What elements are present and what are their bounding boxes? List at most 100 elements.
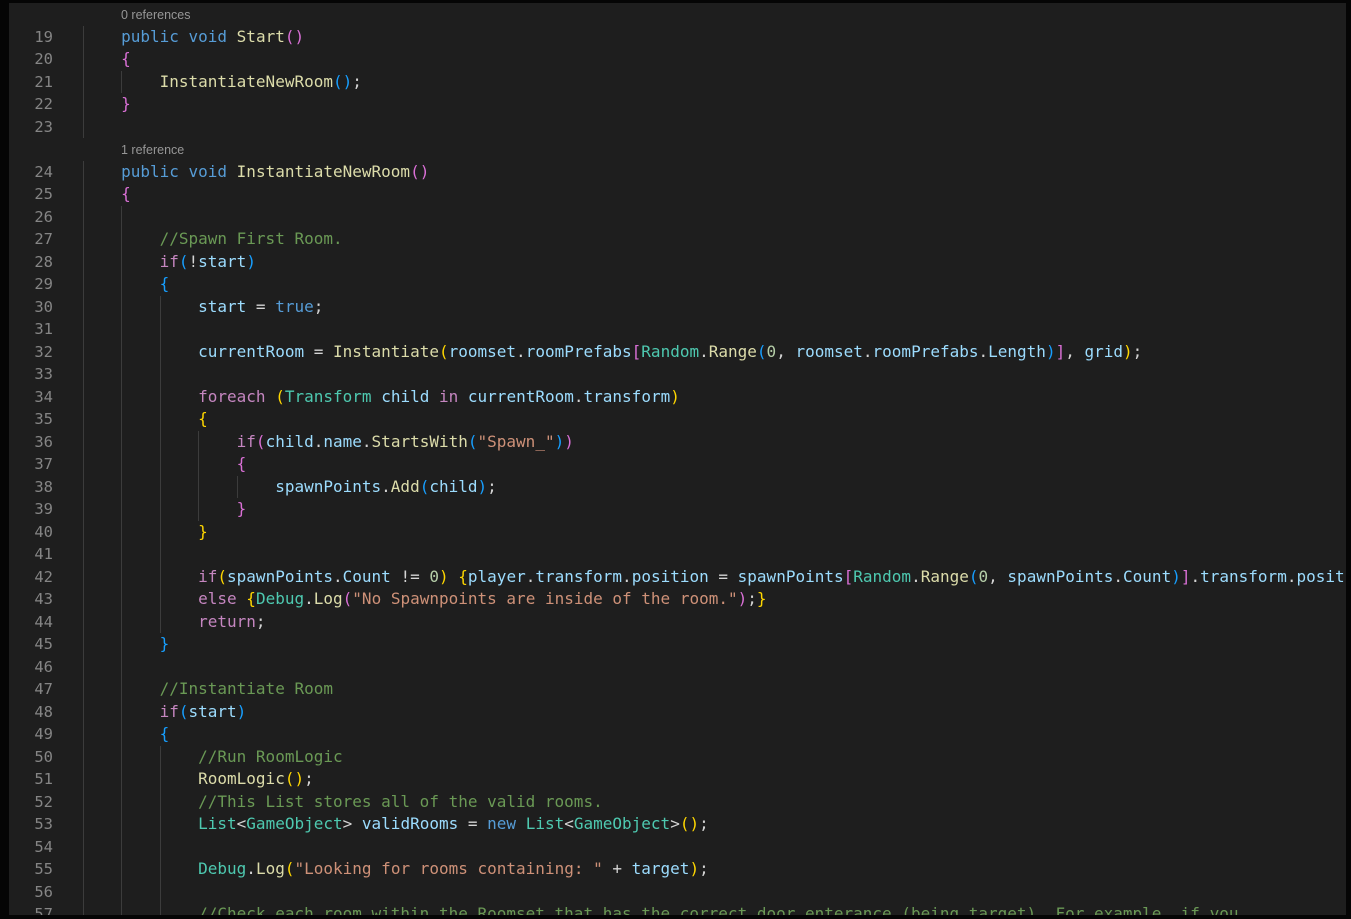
indent-guide xyxy=(160,881,161,904)
indent-guide xyxy=(83,116,84,139)
indent-guide xyxy=(121,206,122,229)
code-line[interactable]: 42 if(spawnPoints.Count != 0) {player.tr… xyxy=(9,566,1346,589)
code-line[interactable]: 26 xyxy=(9,206,1346,229)
code-text: if(start) xyxy=(44,701,1346,724)
code-line[interactable]: 47 //Instantiate Room xyxy=(9,678,1346,701)
codelens-references[interactable]: 1 reference xyxy=(9,138,1346,161)
line-number: 45 xyxy=(9,633,53,656)
line-number: 57 xyxy=(9,903,53,915)
line-number: 28 xyxy=(9,251,53,274)
code-text: InstantiateNewRoom(); xyxy=(44,71,1346,94)
code-line[interactable]: 38 spawnPoints.Add(child); xyxy=(9,476,1346,499)
code-text: public void InstantiateNewRoom() xyxy=(44,161,1346,184)
indent-guide xyxy=(83,431,84,454)
code-text: if(child.name.StartsWith("Spawn_")) xyxy=(44,431,1346,454)
codelens-label[interactable]: 1 reference xyxy=(121,139,184,162)
indent-guide xyxy=(83,318,84,341)
code-line[interactable]: 41 xyxy=(9,543,1346,566)
code-text: Debug.Log("Looking for rooms containing:… xyxy=(44,858,1346,881)
line-number: 21 xyxy=(9,71,53,94)
indent-guide xyxy=(160,858,161,881)
code-line[interactable]: 44 return; xyxy=(9,611,1346,634)
indent-guide xyxy=(83,701,84,724)
indent-guide xyxy=(83,453,84,476)
indent-guide xyxy=(83,476,84,499)
indent-guide xyxy=(121,296,122,319)
code-line[interactable]: 43 else {Debug.Log("No Spawnpoints are i… xyxy=(9,588,1346,611)
code-line[interactable]: 54 xyxy=(9,836,1346,859)
code-line[interactable]: 33 xyxy=(9,363,1346,386)
code-line[interactable]: 24 public void InstantiateNewRoom() xyxy=(9,161,1346,184)
code-text: foreach (Transform child in currentRoom.… xyxy=(44,386,1346,409)
line-number: 56 xyxy=(9,881,53,904)
code-line[interactable]: 55 Debug.Log("Looking for rooms containi… xyxy=(9,858,1346,881)
code-line[interactable]: 28 if(!start) xyxy=(9,251,1346,274)
indent-guide xyxy=(160,296,161,319)
indent-guide xyxy=(198,476,199,499)
code-line[interactable]: 27 //Spawn First Room. xyxy=(9,228,1346,251)
code-line[interactable]: 36 if(child.name.StartsWith("Spawn_")) xyxy=(9,431,1346,454)
code-line[interactable]: 22 } xyxy=(9,93,1346,116)
line-number: 32 xyxy=(9,341,53,364)
code-line[interactable]: 49 { xyxy=(9,723,1346,746)
indent-guide xyxy=(83,273,84,296)
code-line[interactable]: 30 start = true; xyxy=(9,296,1346,319)
code-line[interactable]: 56 xyxy=(9,881,1346,904)
code-line[interactable]: 25 { xyxy=(9,183,1346,206)
code-line[interactable]: 51 RoomLogic(); xyxy=(9,768,1346,791)
line-number: 43 xyxy=(9,588,53,611)
code-line[interactable]: 48 if(start) xyxy=(9,701,1346,724)
code-line[interactable]: 29 { xyxy=(9,273,1346,296)
indent-guide xyxy=(121,656,122,679)
code-line[interactable]: 34 foreach (Transform child in currentRo… xyxy=(9,386,1346,409)
indent-guide xyxy=(160,431,161,454)
code-line[interactable]: 46 xyxy=(9,656,1346,679)
indent-guide xyxy=(121,813,122,836)
code-text: //Check each room within the Roomset tha… xyxy=(44,903,1346,915)
codelens-references[interactable]: 0 references xyxy=(9,3,1346,26)
code-line[interactable]: 21 InstantiateNewRoom(); xyxy=(9,71,1346,94)
code-line[interactable]: 50 //Run RoomLogic xyxy=(9,746,1346,769)
line-number: 52 xyxy=(9,791,53,814)
code-text: { xyxy=(44,723,1346,746)
code-line[interactable]: 32 currentRoom = Instantiate(roomset.roo… xyxy=(9,341,1346,364)
code-text: if(!start) xyxy=(44,251,1346,274)
code-line[interactable]: 37 { xyxy=(9,453,1346,476)
code-text: RoomLogic(); xyxy=(44,768,1346,791)
code-text: public void Start() xyxy=(44,26,1346,49)
code-line[interactable]: 53 List<GameObject> validRooms = new Lis… xyxy=(9,813,1346,836)
code-area: 0 references19 public void Start()20 {21… xyxy=(9,3,1346,915)
indent-guide xyxy=(83,881,84,904)
indent-guide xyxy=(83,813,84,836)
line-number: 51 xyxy=(9,768,53,791)
code-line[interactable]: 40 } xyxy=(9,521,1346,544)
line-number: 35 xyxy=(9,408,53,431)
code-line[interactable]: 31 xyxy=(9,318,1346,341)
line-number: 31 xyxy=(9,318,53,341)
indent-guide xyxy=(83,363,84,386)
indent-guide xyxy=(121,521,122,544)
indent-guide xyxy=(121,881,122,904)
indent-guide xyxy=(121,408,122,431)
indent-guide xyxy=(121,71,122,94)
indent-guide xyxy=(160,746,161,769)
code-line[interactable]: 57 //Check each room within the Roomset … xyxy=(9,903,1346,915)
indent-guide xyxy=(83,521,84,544)
line-number: 37 xyxy=(9,453,53,476)
indent-guide xyxy=(83,498,84,521)
code-text: return; xyxy=(44,611,1346,634)
code-line[interactable]: 23 xyxy=(9,116,1346,139)
code-line[interactable]: 39 } xyxy=(9,498,1346,521)
line-number: 46 xyxy=(9,656,53,679)
code-line[interactable]: 20 { xyxy=(9,48,1346,71)
codelens-label[interactable]: 0 references xyxy=(121,4,190,27)
code-text: //Run RoomLogic xyxy=(44,746,1346,769)
code-line[interactable]: 45 } xyxy=(9,633,1346,656)
line-number: 25 xyxy=(9,183,53,206)
code-line[interactable]: 19 public void Start() xyxy=(9,26,1346,49)
line-number: 23 xyxy=(9,116,53,139)
line-number: 29 xyxy=(9,273,53,296)
code-line[interactable]: 35 { xyxy=(9,408,1346,431)
code-line[interactable]: 52 //This List stores all of the valid r… xyxy=(9,791,1346,814)
code-editor[interactable]: 0 references19 public void Start()20 {21… xyxy=(9,3,1346,915)
